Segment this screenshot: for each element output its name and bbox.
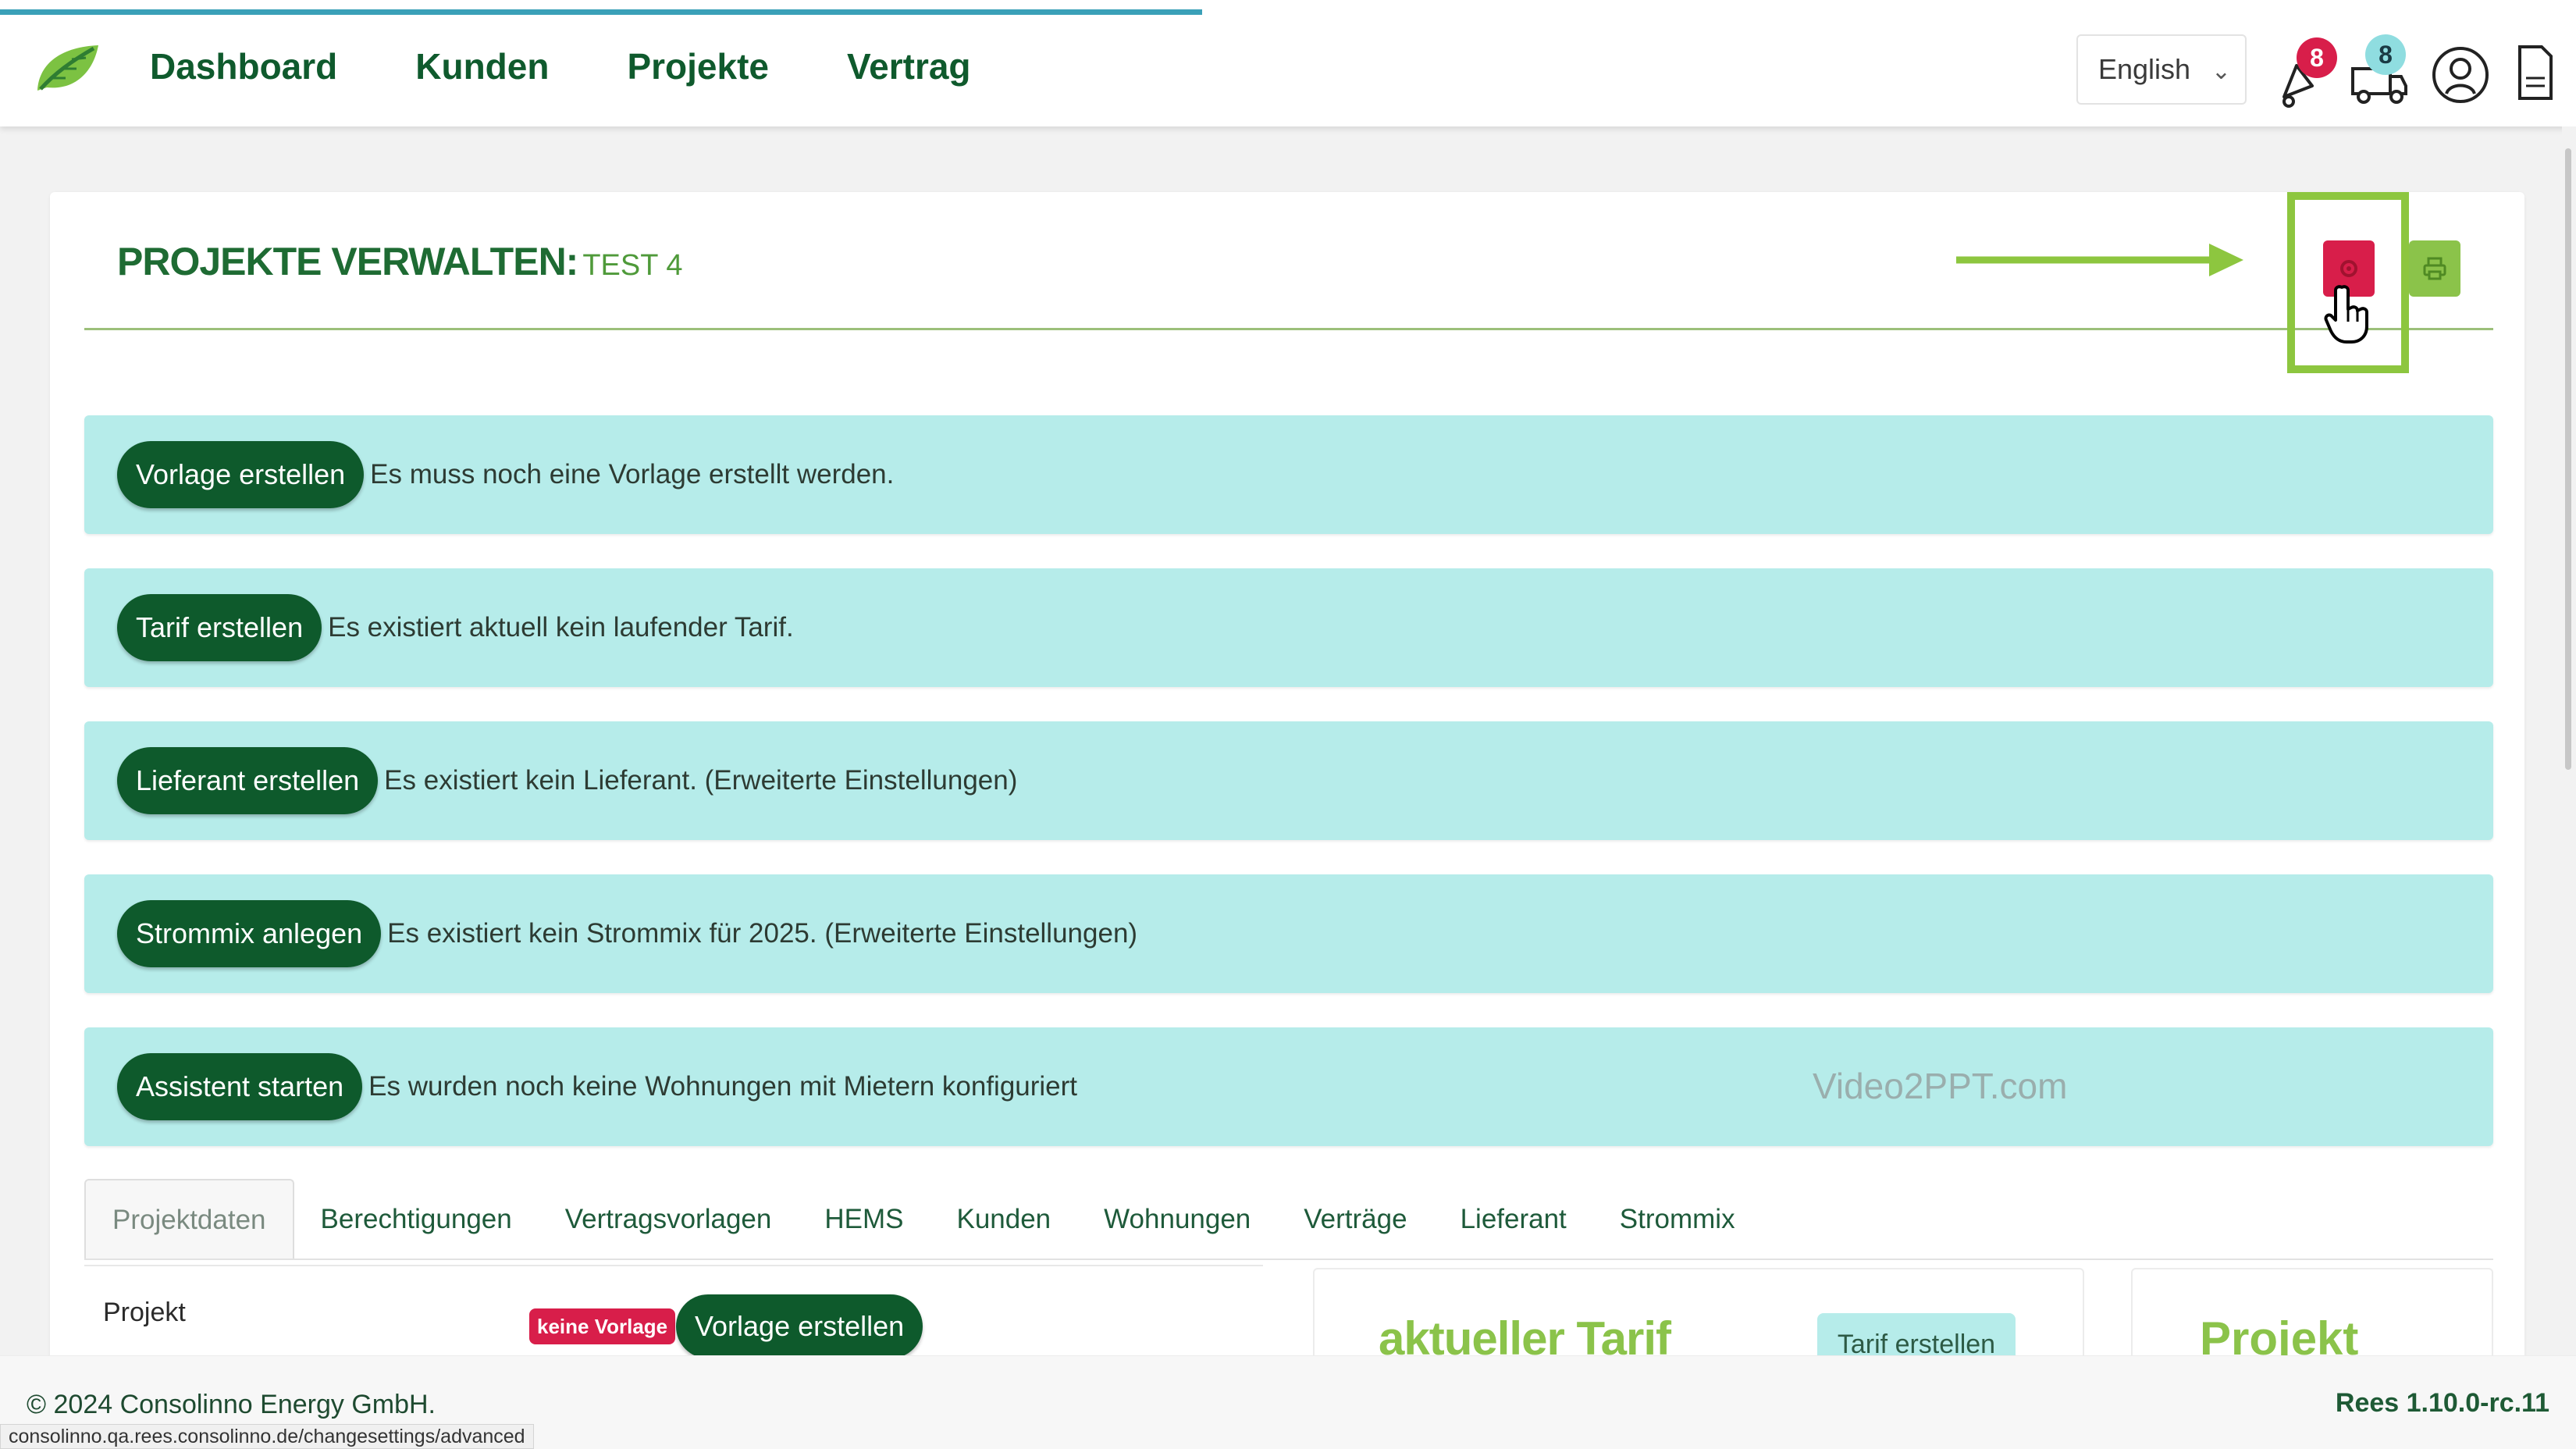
document-icon <box>2518 45 2553 100</box>
alert-banner-template: Vorlage erstellen Es muss noch eine Vorl… <box>84 415 2493 534</box>
main-navigation: Dashboard Kunden Projekte Vertrag <box>150 45 971 87</box>
title-divider <box>84 328 2493 330</box>
user-circle-icon <box>2432 47 2489 103</box>
tab-wohnungen[interactable]: Wohnungen <box>1077 1179 1277 1260</box>
notifications-badge: 8 <box>2297 37 2337 78</box>
nav-dashboard[interactable]: Dashboard <box>150 45 337 87</box>
nav-projekte[interactable]: Projekte <box>627 45 769 87</box>
alert-banner-power-mix: Strommix anlegen Es existiert kein Strom… <box>84 874 2493 993</box>
tabs-divider <box>84 1259 2493 1260</box>
project-field-divider <box>84 1265 1263 1266</box>
alert-banner-tariff: Tarif erstellen Es existiert aktuell kei… <box>84 568 2493 687</box>
top-navbar: Dashboard Kunden Projekte Vertrag Englis… <box>0 0 2576 126</box>
project-tabs: Projektdaten Berechtigungen Vertragsvorl… <box>84 1179 1762 1260</box>
tab-vertragsvorlagen[interactable]: Vertragsvorlagen <box>539 1179 799 1260</box>
page-title-project-name: TEST 4 <box>582 249 683 282</box>
browser-status-url: consolinno.qa.rees.consolinno.de/changes… <box>0 1424 534 1449</box>
tab-vertraege[interactable]: Verträge <box>1277 1179 1433 1260</box>
deliveries-button[interactable]: 8 <box>2348 34 2409 108</box>
page-load-progress-bar <box>0 9 1202 15</box>
create-supplier-button[interactable]: Lieferant erstellen <box>117 747 379 814</box>
deliveries-badge: 8 <box>2365 34 2406 75</box>
alert-banner-text: Es existiert kein Strommix für 2025. (Er… <box>387 918 1138 949</box>
tab-hems[interactable]: HEMS <box>798 1179 930 1260</box>
printer-icon <box>2423 257 2446 280</box>
tab-strommix[interactable]: Strommix <box>1593 1179 1762 1260</box>
nav-kunden[interactable]: Kunden <box>415 45 549 87</box>
alert-banner-supplier: Lieferant erstellen Es existiert kein Li… <box>84 721 2493 840</box>
project-field-label: Projekt <box>103 1298 186 1327</box>
create-power-mix-button[interactable]: Strommix anlegen <box>117 900 382 967</box>
tab-berechtigungen[interactable]: Berechtigungen <box>294 1179 539 1260</box>
alert-banner-text: Es existiert kein Lieferant. (Erweiterte… <box>384 765 1018 796</box>
alert-banner-assistant: Assistent starten Es wurden noch keine W… <box>84 1027 2493 1146</box>
tab-kunden[interactable]: Kunden <box>930 1179 1077 1260</box>
create-template-button[interactable]: Vorlage erstellen <box>117 441 365 508</box>
no-template-badge: keine Vorlage <box>529 1308 676 1344</box>
alert-banner-text: Es muss noch eine Vorlage erstellt werde… <box>370 459 895 490</box>
gear-icon <box>2340 260 2357 277</box>
language-select-value: English <box>2098 53 2191 85</box>
language-select[interactable]: English ⌄ <box>2076 34 2247 105</box>
documents-button[interactable] <box>2515 42 2556 105</box>
alert-banner-text: Es existiert aktuell kein laufender Tari… <box>328 612 794 643</box>
page-title: PROJEKTE VERWALTEN: TEST 4 <box>117 239 682 284</box>
watermark: Video2PPT.com <box>1813 1066 2068 1106</box>
page-scrollbar-thumb[interactable] <box>2565 148 2571 770</box>
chevron-down-icon: ⌄ <box>2211 59 2231 84</box>
pointer-hand-icon <box>2324 285 2368 344</box>
footer-copyright: © 2024 Consolinno Energy GmbH. <box>27 1390 436 1419</box>
print-button[interactable] <box>2409 240 2460 297</box>
create-template-inline-button[interactable]: Vorlage erstellen <box>676 1294 923 1358</box>
create-tariff-button[interactable]: Tarif erstellen <box>117 594 322 661</box>
arrow-right-icon <box>1956 244 2243 276</box>
tab-projektdaten[interactable]: Projektdaten <box>84 1179 294 1260</box>
alert-banner-text: Es wurden noch keine Wohnungen mit Miete… <box>368 1071 1078 1102</box>
user-profile-button[interactable] <box>2431 42 2490 108</box>
tab-lieferant[interactable]: Lieferant <box>1434 1179 1593 1260</box>
leaf-logo-icon[interactable] <box>31 39 103 98</box>
notifications-button[interactable]: 8 <box>2273 37 2337 109</box>
nav-vertrag[interactable]: Vertrag <box>847 45 971 87</box>
start-assistant-button[interactable]: Assistent starten <box>117 1053 363 1120</box>
footer-version: Rees 1.10.0-rc.11 <box>2335 1388 2549 1418</box>
page-title-main: PROJEKTE VERWALTEN: <box>117 240 578 283</box>
